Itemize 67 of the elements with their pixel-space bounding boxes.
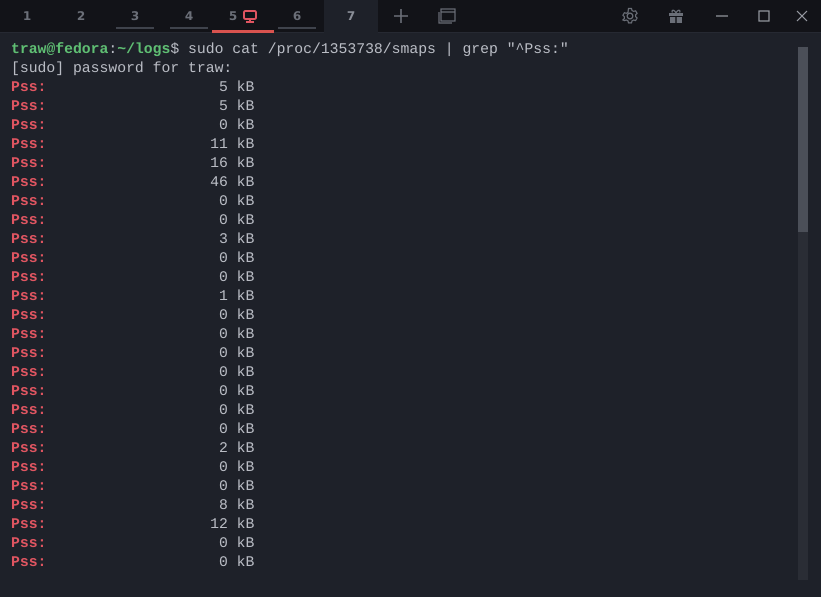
output-value: 5 kB [218,98,254,117]
output-key: Pss: [11,98,46,117]
command-text: sudo cat /proc/1353738/smaps | grep "^Pss:" [187,42,569,58]
output-key: Pss: [11,364,46,383]
output-key: Pss: [11,421,46,440]
output-key: Pss: [11,554,46,573]
output-value: 0 kB [218,421,254,440]
output-value: 0 kB [218,212,254,231]
scrollbar-thumb[interactable] [798,47,808,232]
output-value: 0 kB [218,307,254,326]
output-key: Pss: [11,231,46,250]
output-key: Pss: [11,345,46,364]
output-value: 2 kB [218,440,254,459]
output-key: Pss: [11,459,46,478]
output-key: Pss: [11,250,46,269]
output-value: 46 kB [209,174,254,193]
tab[interactable]: 4 [162,0,216,32]
output-value: 0 kB [218,250,254,269]
tab[interactable]: 3 [108,0,162,32]
output-key: Pss: [11,212,46,231]
output-value: 0 kB [218,402,254,421]
tab[interactable]: 6 [270,0,324,32]
output-value: 8 kB [218,497,254,516]
output-key: Pss: [11,497,46,516]
output-key: Pss: [11,79,46,98]
tab[interactable]: 2 [54,0,108,32]
output-key: Pss: [11,136,46,155]
output-value: 0 kB [218,383,254,402]
tab[interactable]: 7 [324,0,378,32]
output-value: 0 kB [218,326,254,345]
output-key: Pss: [11,402,46,421]
output-value: 0 kB [218,117,254,136]
output-key: Pss: [11,440,46,459]
output-value: 16 kB [209,155,254,174]
output-value: 0 kB [218,193,254,212]
output-key: Pss: [11,117,46,136]
prompt-user-host: traw@fedora [11,42,108,58]
output-key: Pss: [11,326,46,345]
output-value: 12 kB [209,516,254,535]
output-key: Pss: [11,269,46,288]
output-value: 3 kB [218,231,254,250]
output-value: 0 kB [218,364,254,383]
output-key: Pss: [11,288,46,307]
output-value: 0 kB [218,554,254,573]
output-value: 0 kB [218,269,254,288]
output-key: Pss: [11,193,46,212]
output-value: 0 kB [218,478,254,497]
output-value: 0 kB [218,459,254,478]
output-value: 0 kB [218,345,254,364]
output-key: Pss: [11,174,46,193]
prompt-separator: : [108,42,118,58]
output-key: Pss: [11,478,46,497]
tab[interactable]: 1 [0,0,54,32]
output-value: 0 kB [218,535,254,554]
output-key: Pss: [11,383,46,402]
output-value: 5 kB [218,79,254,98]
sudo-prompt-text: [sudo] password for traw: [11,60,234,79]
output-key: Pss: [11,307,46,326]
output-key: Pss: [11,155,46,174]
output-value: 1 kB [218,288,254,307]
monitor-icon [243,10,258,22]
output-key: Pss: [11,535,46,554]
output-value: 11 kB [209,136,254,155]
prompt-symbol: $ [170,42,180,58]
output-key: Pss: [11,516,46,535]
prompt-path: ~/logs [117,42,170,58]
scrollbar-track[interactable] [798,47,808,580]
